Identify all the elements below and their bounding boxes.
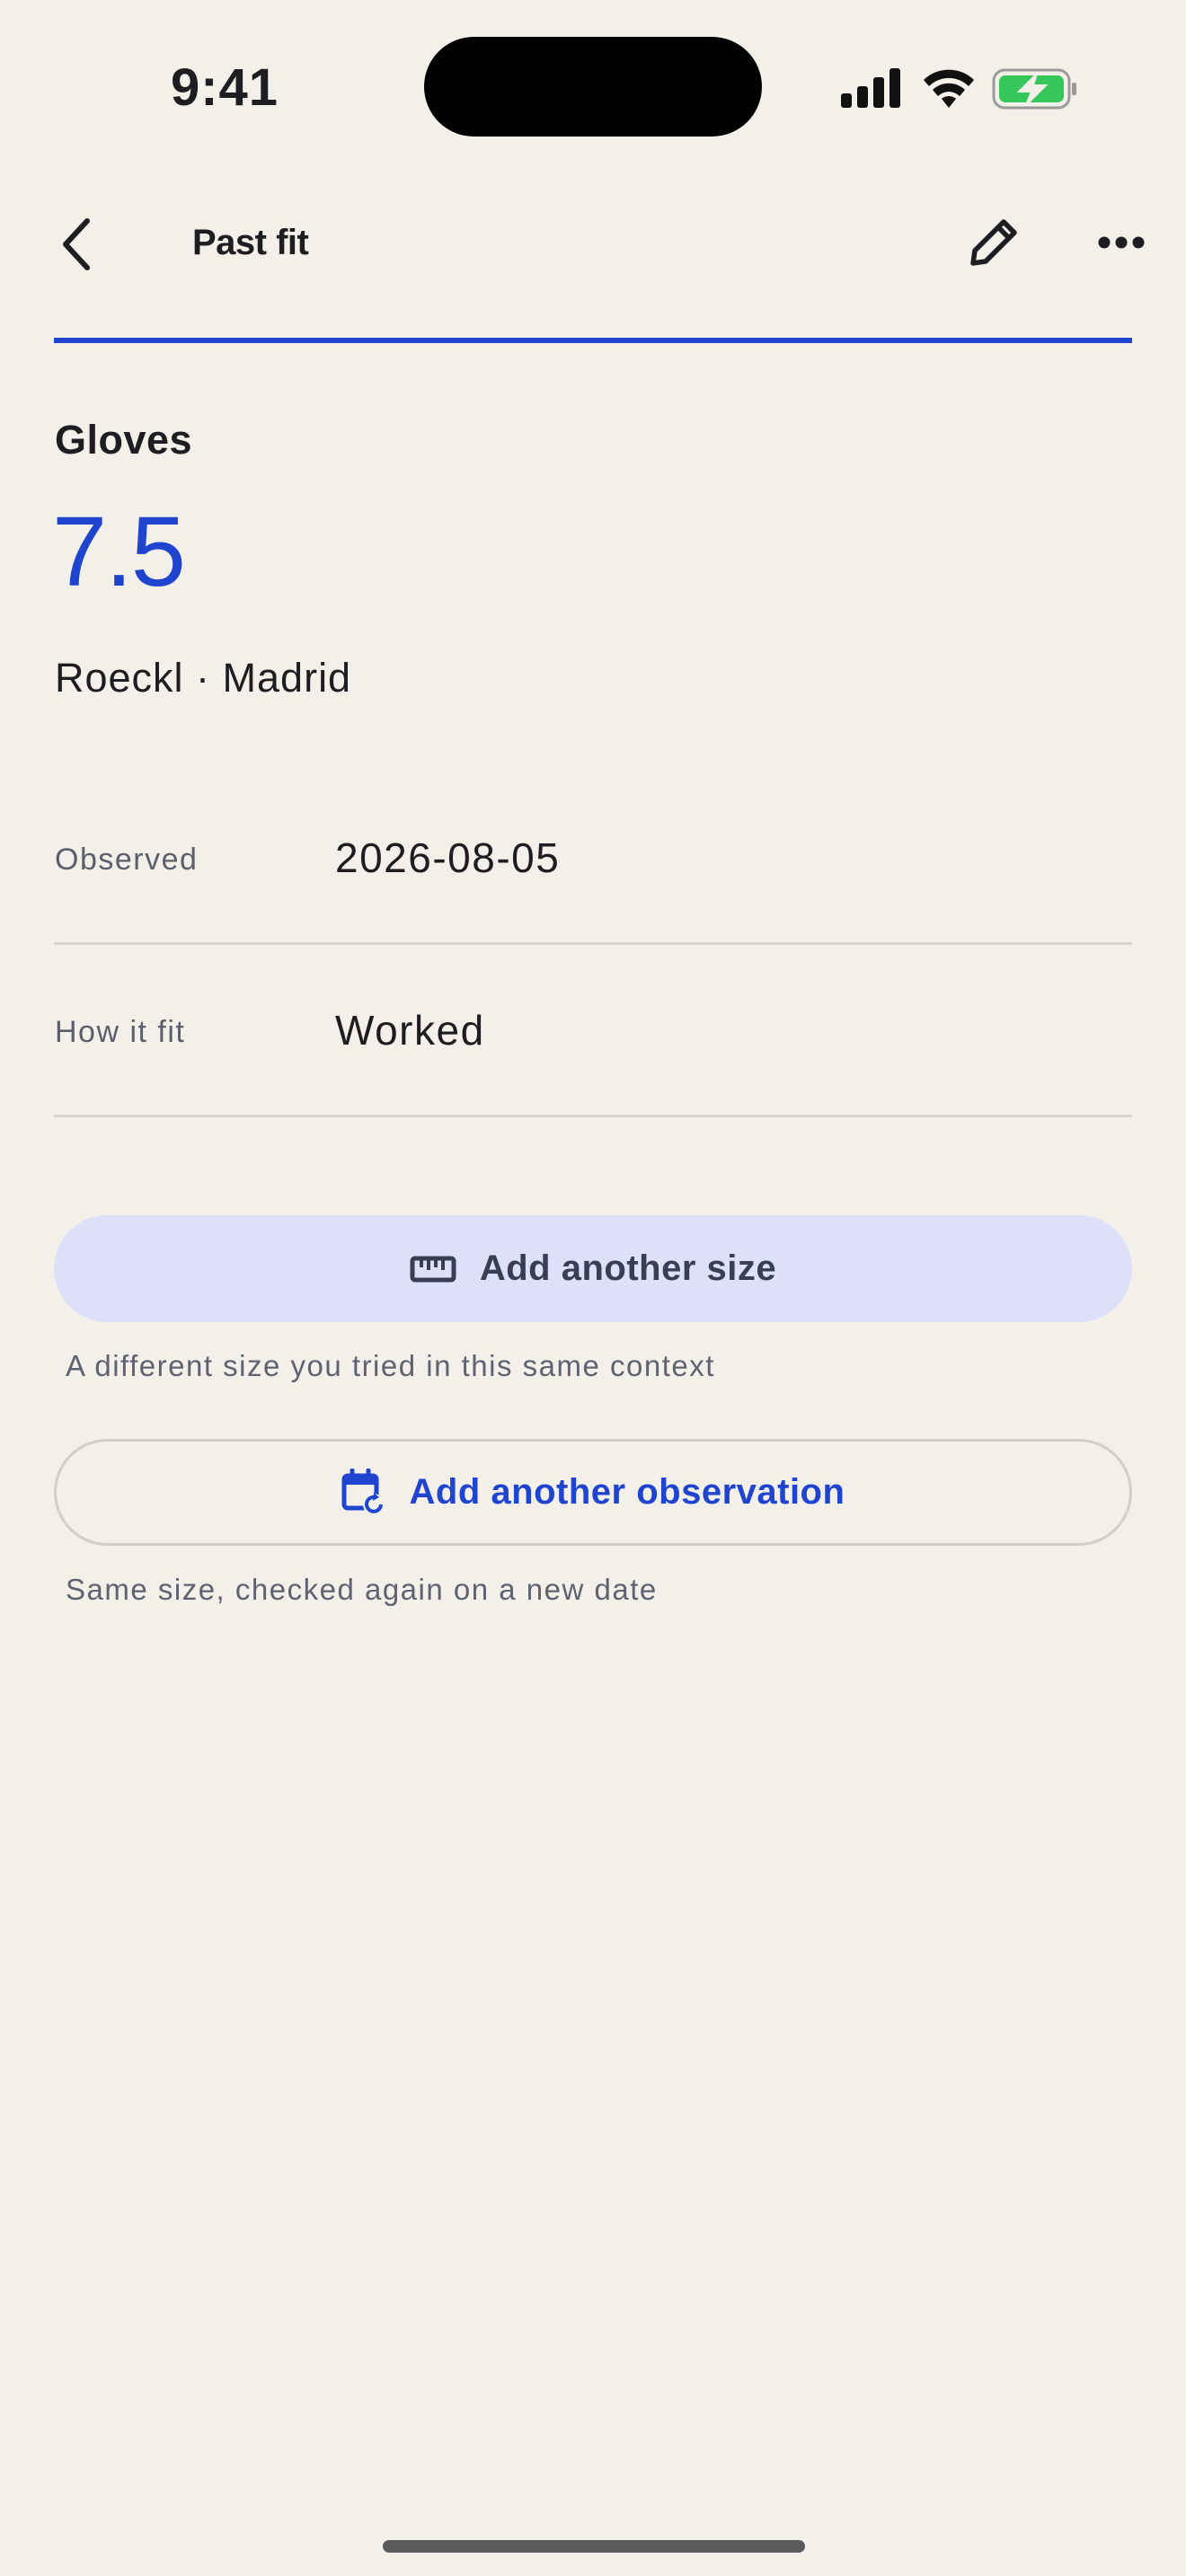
page-title: Past fit bbox=[192, 223, 309, 262]
item-category: Gloves bbox=[55, 417, 193, 463]
wifi-icon bbox=[924, 69, 974, 108]
add-size-label: Add another size bbox=[479, 1248, 777, 1288]
fit-value: Worked bbox=[335, 1007, 485, 1054]
dynamic-island bbox=[424, 37, 762, 137]
calendar-repeat-icon bbox=[341, 1468, 386, 1517]
row-divider bbox=[54, 942, 1132, 945]
add-observation-hint: Same size, checked again on a new date bbox=[66, 1573, 658, 1606]
home-indicator[interactable] bbox=[383, 2540, 805, 2553]
ruler-icon bbox=[410, 1256, 456, 1283]
pencil-icon bbox=[966, 215, 1022, 270]
edit-button[interactable] bbox=[958, 207, 1030, 278]
status-time: 9:41 bbox=[170, 58, 279, 117]
add-size-button[interactable]: Add another size bbox=[54, 1215, 1132, 1322]
brand-location: Roeckl · Madrid bbox=[55, 655, 352, 701]
add-size-hint: A different size you tried in this same … bbox=[66, 1349, 715, 1382]
status-icons bbox=[836, 63, 1078, 113]
observed-value: 2026-08-05 bbox=[335, 834, 561, 881]
fit-label: How it fit bbox=[55, 1015, 186, 1049]
observed-label: Observed bbox=[55, 842, 199, 877]
add-observation-label: Add another observation bbox=[409, 1472, 845, 1512]
battery-charging-icon bbox=[992, 68, 1076, 110]
back-button[interactable] bbox=[45, 208, 108, 280]
header-divider bbox=[54, 338, 1132, 343]
cellular-signal-icon bbox=[841, 68, 900, 108]
item-size: 7.5 bbox=[52, 497, 186, 607]
chevron-left-icon bbox=[58, 217, 94, 271]
more-options-button[interactable] bbox=[1085, 214, 1157, 271]
add-observation-button[interactable]: Add another observation bbox=[54, 1439, 1132, 1546]
ellipsis-icon bbox=[1098, 235, 1145, 250]
row-divider bbox=[54, 1115, 1132, 1117]
